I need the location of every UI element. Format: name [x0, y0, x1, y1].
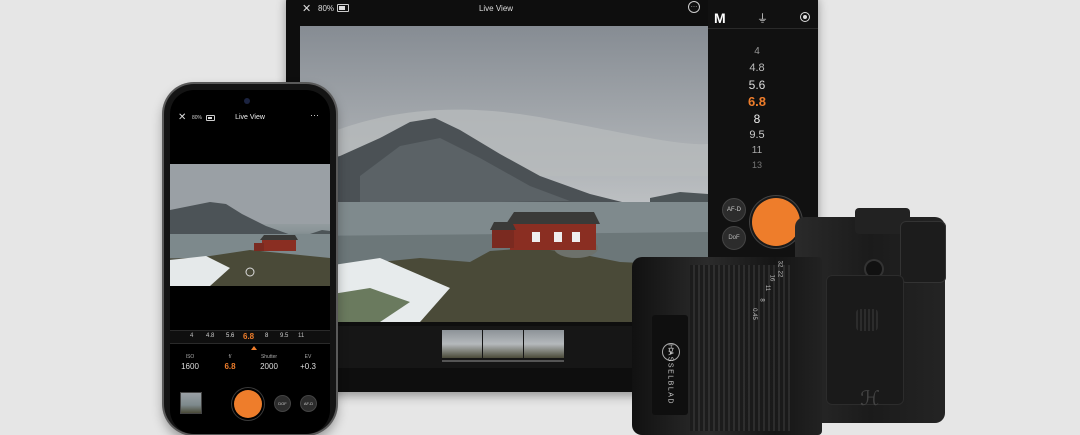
hasselblad-camera: ℋ V HASSELBLAD 0.45 8 11 16 22 32: [630, 205, 960, 435]
aperture-value[interactable]: 8: [265, 333, 268, 339]
brand-name: HASSELBLAD: [666, 344, 674, 405]
live-view-title: Live View: [235, 114, 265, 121]
phone-device: ✕ 80% Live View ··· 4 4.8 5.6 6.8 8 9.5 …: [164, 84, 336, 434]
shutter-value[interactable]: 2000: [252, 362, 286, 371]
af-drive-label: AF-D: [303, 401, 314, 406]
selection-indicator-icon: [251, 346, 257, 350]
aperture-strip[interactable]: 4 4.8 5.6 6.8 8 9.5 11: [170, 330, 330, 344]
lens-scale-value: 32: [776, 260, 783, 268]
dof-button[interactable]: DOF: [274, 395, 291, 412]
param-label: EV: [304, 354, 312, 360]
live-view-image[interactable]: [170, 164, 330, 286]
aperture-value-selected[interactable]: 6.8: [243, 332, 254, 341]
lens-scale-value: 8: [758, 298, 765, 302]
live-view-title: Live View: [478, 4, 514, 13]
hasselblad-logo-icon: ℋ: [860, 388, 880, 410]
lens-scale-value: 22: [776, 270, 783, 278]
aperture-value[interactable]: 5.6: [702, 78, 812, 92]
param-label: f/: [228, 354, 232, 360]
lens-brand-plate: V HASSELBLAD: [652, 315, 688, 415]
record-icon[interactable]: [800, 12, 810, 22]
aperture-value[interactable]: 9.5: [280, 333, 288, 339]
af-drive-button[interactable]: AF-D: [300, 395, 317, 412]
phone-screen: ✕ 80% Live View ··· 4 4.8 5.6 6.8 8 9.5 …: [170, 90, 330, 434]
thumbnail[interactable]: [524, 330, 564, 358]
panel-divider: [708, 28, 818, 29]
last-photo-thumbnail[interactable]: [180, 392, 202, 414]
thumbnail[interactable]: [483, 330, 523, 358]
lens-scale-value: 11: [764, 284, 771, 292]
filmstrip-scroll-track[interactable]: [442, 360, 564, 362]
aperture-value[interactable]: 4.8: [702, 62, 812, 74]
front-camera-icon: [244, 98, 250, 104]
camera-grip: [826, 275, 904, 405]
tablet-status-bar: ✕ 80% Live View …: [286, 0, 706, 18]
aperture-wheel[interactable]: 4 4.8 5.6 6.8 8 9.5 11 13: [702, 44, 812, 172]
lens-scale: 0.45 8 11 16 22 32: [746, 261, 786, 331]
ev-value[interactable]: +0.3: [292, 362, 324, 371]
aperture-value-display[interactable]: 6.8: [214, 362, 246, 371]
shutter-button[interactable]: [234, 390, 262, 418]
aperture-value[interactable]: 13: [702, 160, 812, 170]
viewfinder-eyepiece: [900, 221, 946, 283]
phone-header: ✕ 80% Live View ···: [170, 90, 330, 134]
dof-label: DOF: [278, 401, 287, 406]
speaker-grille-icon: [856, 309, 878, 331]
aperture-value[interactable]: 4.8: [206, 333, 214, 339]
param-label: ISO: [185, 354, 195, 360]
aperture-value[interactable]: 5.6: [226, 333, 234, 339]
aperture-value[interactable]: 8: [702, 112, 812, 126]
thumbnail[interactable]: [442, 330, 482, 358]
aperture-value[interactable]: 11: [702, 145, 812, 156]
lens-scale-value: 16: [768, 274, 775, 282]
aperture-value[interactable]: 4: [702, 46, 812, 57]
aperture-value[interactable]: 9.5: [702, 129, 812, 141]
lens-scale-value: 0.45: [750, 308, 757, 320]
aperture-value[interactable]: 11: [298, 333, 304, 339]
exposure-params: ISO 1600 f/ 6.8 Shutter 2000 EV +0.3: [170, 354, 330, 384]
iso-value[interactable]: 1600: [174, 362, 206, 371]
param-label: Shutter: [260, 354, 278, 360]
flash-icon[interactable]: ⏚: [757, 10, 768, 26]
aperture-value[interactable]: 4: [190, 333, 193, 339]
more-options-icon[interactable]: …: [688, 1, 700, 13]
aperture-value-selected[interactable]: 6.8: [702, 94, 812, 109]
focus-target-icon[interactable]: [244, 266, 256, 278]
more-options-icon[interactable]: ···: [310, 110, 319, 120]
exposure-mode[interactable]: M: [714, 10, 726, 26]
